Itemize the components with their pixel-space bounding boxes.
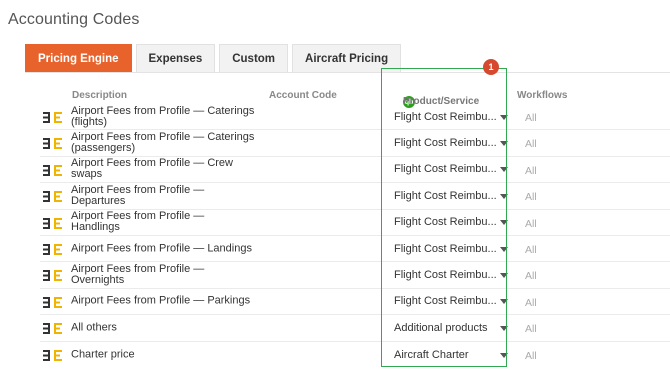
column-header-account-code: Account Code	[269, 90, 337, 101]
row-workflows[interactable]: All	[525, 350, 537, 362]
row-description: Airport Fees from Profile — Crew swaps	[71, 157, 233, 181]
pricing-formula-icon	[43, 323, 62, 335]
product-service-dropdown[interactable]: Flight Cost Reimbu...	[394, 104, 508, 129]
pricing-formula-icon	[43, 270, 62, 282]
table-header: Description Account Code qb Product/Serv…	[40, 84, 670, 108]
product-service-dropdown[interactable]: Flight Cost Reimbu...	[394, 183, 508, 208]
row-workflows[interactable]: All	[525, 270, 537, 282]
row-description: Airport Fees from Profile — Overnights	[71, 263, 205, 287]
product-service-value: Aircraft Charter	[394, 348, 469, 361]
table-row: Airport Fees from Profile — Parkings Fli…	[40, 289, 670, 316]
row-description: Airport Fees from Profile — Handlings	[71, 210, 205, 234]
pricing-formula-icon	[43, 164, 62, 176]
row-description: Airport Fees from Profile — Landings	[71, 242, 252, 255]
product-service-dropdown[interactable]: Flight Cost Reimbu...	[394, 157, 508, 182]
product-service-value: Flight Cost Reimbu...	[394, 137, 497, 150]
product-service-dropdown[interactable]: Flight Cost Reimbu...	[394, 210, 508, 235]
accounting-codes-table: Airport Fees from Profile — Caterings (f…	[40, 104, 670, 368]
chevron-down-icon[interactable]	[500, 299, 508, 305]
table-row: Airport Fees from Profile — Caterings (p…	[40, 130, 670, 157]
table-row: All others Additional products All	[40, 315, 670, 342]
product-service-value: Flight Cost Reimbu...	[394, 216, 497, 229]
chevron-down-icon[interactable]	[500, 352, 508, 358]
product-service-dropdown[interactable]: Flight Cost Reimbu...	[394, 236, 508, 261]
product-service-value: Flight Cost Reimbu...	[394, 189, 497, 202]
product-service-value: Additional products	[394, 321, 488, 334]
table-row: Airport Fees from Profile — Departures F…	[40, 183, 670, 210]
pricing-formula-icon	[43, 243, 62, 255]
chevron-down-icon[interactable]	[500, 141, 508, 147]
tab-divider	[25, 72, 670, 73]
page-title: Accounting Codes	[8, 11, 140, 28]
product-service-dropdown[interactable]: Flight Cost Reimbu...	[394, 289, 508, 314]
tab-expenses[interactable]: Expenses	[135, 44, 216, 73]
row-workflows[interactable]: All	[525, 191, 537, 203]
row-description: Airport Fees from Profile — Caterings (f…	[71, 104, 255, 128]
row-description: Airport Fees from Profile — Departures	[71, 183, 205, 207]
row-description: Airport Fees from Profile — Caterings (p…	[71, 131, 255, 155]
row-workflows[interactable]: All	[525, 138, 537, 150]
chevron-down-icon[interactable]	[500, 325, 508, 331]
column-header-description: Description	[72, 90, 128, 101]
row-workflows[interactable]: All	[525, 297, 537, 309]
product-service-value: Flight Cost Reimbu...	[394, 163, 497, 176]
product-service-dropdown[interactable]: Aircraft Charter	[394, 342, 508, 368]
table-row: Airport Fees from Profile — Handlings Fl…	[40, 210, 670, 236]
callout-badge: 1	[483, 59, 499, 75]
row-workflows[interactable]: All	[525, 218, 537, 230]
pricing-formula-icon	[43, 191, 62, 203]
tab-bar: Pricing Engine Expenses Custom Aircraft …	[25, 44, 405, 73]
chevron-down-icon[interactable]	[500, 246, 508, 252]
product-service-dropdown[interactable]: Flight Cost Reimbu...	[394, 130, 508, 155]
chevron-down-icon[interactable]	[500, 273, 508, 279]
chevron-down-icon[interactable]	[500, 193, 508, 199]
product-service-value: Flight Cost Reimbu...	[394, 242, 497, 255]
product-service-dropdown[interactable]: Flight Cost Reimbu...	[394, 262, 508, 287]
row-description: Airport Fees from Profile — Parkings	[71, 294, 251, 307]
pricing-formula-icon	[43, 217, 62, 229]
pricing-formula-icon	[43, 138, 62, 150]
row-workflows[interactable]: All	[525, 112, 537, 124]
tab-custom[interactable]: Custom	[219, 44, 289, 73]
row-description: Charter price	[71, 348, 135, 361]
row-workflows[interactable]: All	[525, 323, 537, 335]
product-service-dropdown[interactable]: Additional products	[394, 315, 508, 340]
tab-pricing-engine[interactable]: Pricing Engine	[25, 44, 132, 73]
row-description: All others	[71, 321, 117, 334]
chevron-down-icon[interactable]	[500, 167, 508, 173]
table-row: Airport Fees from Profile — Caterings (f…	[40, 104, 670, 131]
pricing-formula-icon	[43, 296, 62, 308]
pricing-formula-icon	[43, 112, 62, 123]
chevron-down-icon[interactable]	[500, 114, 508, 120]
product-service-value: Flight Cost Reimbu...	[394, 110, 497, 123]
chevron-down-icon[interactable]	[500, 220, 508, 226]
product-service-value: Flight Cost Reimbu...	[394, 269, 497, 282]
row-workflows[interactable]: All	[525, 244, 537, 256]
table-row: Charter price Aircraft Charter All	[40, 342, 670, 368]
tab-aircraft-pricing[interactable]: Aircraft Pricing	[292, 44, 402, 73]
table-row: Airport Fees from Profile — Landings Fli…	[40, 236, 670, 263]
table-row: Airport Fees from Profile — Crew swaps F…	[40, 157, 670, 184]
table-row: Airport Fees from Profile — Overnights F…	[40, 262, 670, 289]
pricing-formula-icon	[43, 349, 62, 361]
product-service-value: Flight Cost Reimbu...	[394, 295, 497, 308]
row-workflows[interactable]: All	[525, 165, 537, 177]
column-header-workflows: Workflows	[517, 90, 568, 101]
